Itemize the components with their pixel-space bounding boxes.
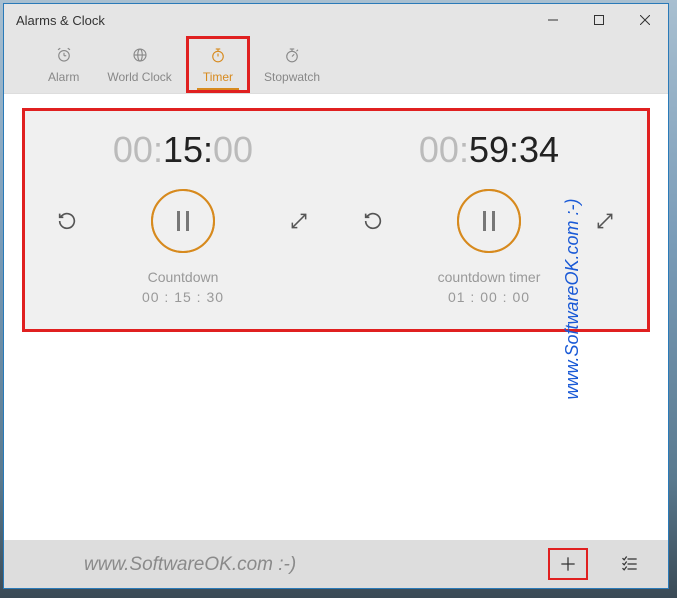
tab-worldclock[interactable]: World Clock [93, 36, 185, 93]
timer-controls [35, 189, 331, 253]
minutes-value: 59 [469, 129, 509, 171]
timer-name: countdown timer [438, 269, 541, 285]
timer-icon [209, 46, 227, 67]
seconds-value: 34 [519, 129, 559, 171]
seconds-value: 00 [213, 129, 253, 171]
window-title: Alarms & Clock [16, 13, 105, 28]
watermark-text: www.SoftwareOK.com :-) [84, 554, 296, 576]
tab-stopwatch[interactable]: Stopwatch [250, 36, 334, 93]
alarm-icon [55, 46, 73, 67]
timer-original-time: 00 : 15 : 30 [142, 289, 224, 305]
tabs-bar: Alarm World Clock Timer Stopwatch [4, 36, 668, 94]
time-display: 00 : 15 : 00 [113, 129, 253, 171]
globe-icon [131, 46, 149, 67]
tab-label: Alarm [48, 70, 79, 84]
pause-button[interactable] [151, 189, 215, 253]
titlebar: Alarms & Clock [4, 4, 668, 36]
maximize-button[interactable] [576, 4, 622, 36]
time-display: 00 : 59 : 34 [419, 129, 559, 171]
close-button[interactable] [622, 4, 668, 36]
bottom-bar: www.SoftwareOK.com :-) [4, 540, 668, 588]
pause-button[interactable] [457, 189, 521, 253]
add-timer-button[interactable] [548, 548, 588, 580]
tab-alarm[interactable]: Alarm [34, 36, 93, 93]
tab-timer[interactable]: Timer [186, 36, 250, 93]
tab-label: World Clock [107, 70, 171, 84]
tab-label: Timer [203, 70, 233, 84]
watermark-side-text: www.SoftwareOK.com :-) [562, 198, 583, 399]
timer-original-time: 01 : 00 : 00 [448, 289, 530, 305]
timer-name: Countdown [148, 269, 219, 285]
minutes-value: 15 [163, 129, 203, 171]
timer-card[interactable]: 00 : 15 : 00 [35, 129, 331, 305]
minimize-button[interactable] [530, 4, 576, 36]
timer-card[interactable]: 00 : 59 : 34 [341, 129, 637, 305]
expand-button[interactable] [285, 207, 313, 235]
tab-label: Stopwatch [264, 70, 320, 84]
hours-value: 00 [113, 129, 153, 171]
timers-container: 00 : 15 : 00 [22, 108, 650, 332]
expand-button[interactable] [591, 207, 619, 235]
timer-controls [341, 189, 637, 253]
select-timers-button[interactable] [610, 548, 650, 580]
reset-button[interactable] [53, 207, 81, 235]
titlebar-buttons [530, 4, 668, 36]
stopwatch-icon [283, 46, 301, 67]
reset-button[interactable] [359, 207, 387, 235]
hours-value: 00 [419, 129, 459, 171]
